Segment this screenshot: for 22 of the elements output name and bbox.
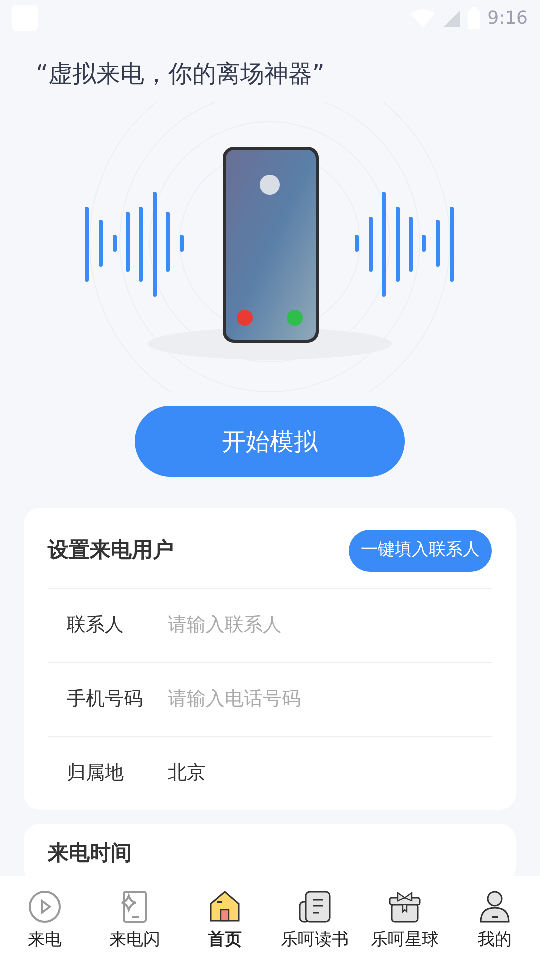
field-label: 手机号码 [67,687,144,712]
gift-box-icon [388,890,422,924]
input-field[interactable]: 北京 [168,759,468,788]
card-title: 设置来电用户 [48,537,174,564]
nav-tab[interactable]: 我的 [450,876,540,960]
play-circle-icon [28,890,62,924]
nav-tab[interactable]: 乐呵星球 [360,876,450,960]
nav-tab[interactable]: 来电闪 [90,876,180,960]
nav-tab[interactable]: 乐呵读书 [270,876,360,960]
status-time: 9:16 [488,6,528,30]
signal-icon [444,9,460,27]
field-label: 归属地 [67,761,125,786]
field-label: 联系人 [67,613,125,638]
user-icon [478,890,512,924]
nav-tab[interactable]: 来电 [0,876,90,960]
slogan-text: “虚拟来电，你的离场神器” [35,59,326,90]
newspaper-icon [298,890,332,924]
nav-tab[interactable]: 首页 [180,876,270,960]
input-field[interactable]: 请输入联系人 [168,611,468,640]
input-field[interactable]: 请输入电话号码 [168,685,468,714]
card-title: 来电时间 [48,841,132,865]
home-icon [208,890,242,924]
